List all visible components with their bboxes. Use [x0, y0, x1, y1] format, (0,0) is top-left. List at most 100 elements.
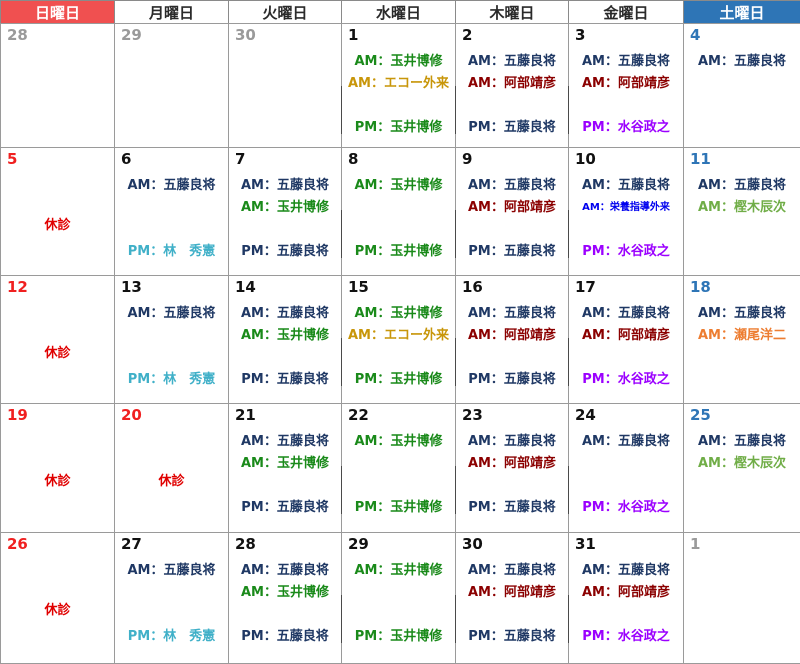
schedule-entry: PM：水谷政之	[582, 500, 670, 515]
header-tuesday: 火曜日	[228, 0, 342, 24]
schedule-entry: AM：五藤良将	[468, 178, 556, 193]
cell-separator	[455, 595, 456, 643]
day-cell[interactable]: 29 AM：玉井博修 PM：玉井博修	[341, 532, 456, 664]
schedule-entry: PM：五藤良将	[468, 120, 556, 135]
day-cell[interactable]: 20 休診	[114, 403, 229, 533]
day-cell[interactable]: 30	[228, 23, 342, 148]
cell-separator	[341, 595, 342, 643]
schedule-entry: PM：五藤良将	[468, 244, 556, 259]
schedule-entry: AM：五藤良将	[468, 54, 556, 69]
schedule-entry: AM：五藤良将	[468, 563, 556, 578]
schedule-entry: AM：阿部靖彦	[468, 456, 556, 471]
day-cell[interactable]: 22 AM：玉井博修 PM：玉井博修	[341, 403, 456, 533]
schedule-entry: AM：五藤良将	[582, 178, 670, 193]
day-cell[interactable]: 29	[114, 23, 229, 148]
schedule-entry: AM：玉井博修	[241, 456, 329, 471]
day-number: 28	[7, 26, 28, 44]
schedule-entry: PM：五藤良将	[241, 372, 329, 387]
day-cell[interactable]: 19 休診	[0, 403, 115, 533]
closed-label: 休診	[44, 218, 71, 233]
day-cell[interactable]: 28 AM：五藤良将 AM：玉井博修 PM：五藤良将	[228, 532, 342, 664]
day-number: 30	[235, 26, 256, 44]
day-cell[interactable]: 9 AM：五藤良将 AM：阿部靖彦 PM：五藤良将	[455, 147, 569, 276]
day-cell[interactable]: 25 AM：五藤良将 AM：樫木辰次	[683, 403, 800, 533]
day-cell[interactable]: 4 AM：五藤良将	[683, 23, 800, 148]
schedule-entry: AM：樫木辰次	[698, 200, 786, 215]
day-cell[interactable]: 24 AM：五藤良将 PM：水谷政之	[568, 403, 684, 533]
day-cell[interactable]: 12 休診	[0, 275, 115, 404]
day-cell[interactable]: 23 AM：五藤良将 AM：阿部靖彦 PM：五藤良将	[455, 403, 569, 533]
day-number: 11	[690, 150, 711, 168]
day-cell[interactable]: 7 AM：五藤良将 AM：玉井博修 PM：五藤良将	[228, 147, 342, 276]
schedule-entry: AM：五藤良将	[468, 306, 556, 321]
schedule-entry: AM：五藤良将	[241, 178, 329, 193]
closed-label: 休診	[44, 603, 71, 618]
day-number: 14	[235, 278, 256, 296]
day-cell[interactable]: 6 AM：五藤良将 PM：林 秀憲	[114, 147, 229, 276]
day-cell[interactable]: 18 AM：五藤良将 AM：瀬尾洋二	[683, 275, 800, 404]
schedule-entry: PM：水谷政之	[582, 244, 670, 259]
schedule-entry: PM：玉井博修	[354, 244, 443, 259]
day-number: 13	[121, 278, 142, 296]
schedule-entry: AM：玉井博修	[354, 563, 443, 578]
schedule-entry: AM：五藤良将	[582, 54, 670, 69]
day-cell[interactable]: 1 AM：玉井博修 AM：エコー外来 PM：玉井博修	[341, 23, 456, 148]
day-cell[interactable]: 13 AM：五藤良将 PM：林 秀憲	[114, 275, 229, 404]
schedule-entry: PM：林 秀憲	[127, 372, 216, 387]
day-cell[interactable]: 8 AM：玉井博修 PM：玉井博修	[341, 147, 456, 276]
day-cell[interactable]: 26 休診	[0, 532, 115, 664]
day-cell[interactable]: 14 AM：五藤良将 AM：玉井博修 PM：五藤良将	[228, 275, 342, 404]
header-saturday: 土曜日	[683, 0, 800, 24]
header-thursday: 木曜日	[455, 0, 569, 24]
schedule-entry: AM：五藤良将	[582, 434, 670, 449]
cell-separator	[568, 210, 569, 258]
day-cell[interactable]: 16 AM：五藤良将 AM：阿部靖彦 PM：五藤良将	[455, 275, 569, 404]
day-number: 24	[575, 406, 596, 424]
day-number: 23	[462, 406, 483, 424]
schedule-entry: PM：玉井博修	[354, 120, 443, 135]
schedule-entry: AM：阿部靖彦	[468, 76, 556, 91]
schedule-entry: PM：五藤良将	[241, 244, 329, 259]
cell-separator	[455, 338, 456, 386]
day-number: 10	[575, 150, 596, 168]
day-cell[interactable]: 10 AM：五藤良将 AM：栄養指導外来 PM：水谷政之	[568, 147, 684, 276]
day-cell[interactable]: 2 AM：五藤良将 AM：阿部靖彦 PM：五藤良将	[455, 23, 569, 148]
schedule-entry: AM：玉井博修	[354, 434, 443, 449]
schedule-entry: AM：阿部靖彦	[468, 200, 556, 215]
day-number: 5	[7, 150, 18, 168]
schedule-entry: AM：五藤良将	[698, 178, 786, 193]
day-cell[interactable]: 28	[0, 23, 115, 148]
day-number: 21	[235, 406, 256, 424]
day-cell[interactable]: 21 AM：五藤良将 AM：玉井博修 PM：五藤良将	[228, 403, 342, 533]
cell-separator	[341, 338, 342, 386]
cell-separator	[341, 210, 342, 258]
day-cell[interactable]: 3 AM：五藤良将 AM：阿部靖彦 PM：水谷政之	[568, 23, 684, 148]
day-number: 16	[462, 278, 483, 296]
schedule-entry: AM：五藤良将	[127, 306, 216, 321]
schedule-entry: PM：五藤良将	[468, 500, 556, 515]
day-cell[interactable]: 1	[683, 532, 800, 664]
cell-separator	[568, 595, 569, 643]
day-cell[interactable]: 15 AM：玉井博修 AM：エコー外来 PM：玉井博修	[341, 275, 456, 404]
day-number: 1	[690, 535, 701, 553]
day-number: 1	[348, 26, 359, 44]
schedule-entry: AM：阿部靖彦	[468, 585, 556, 600]
cell-separator	[568, 466, 569, 514]
day-cell[interactable]: 31 AM：五藤良将 AM：阿部靖彦 PM：水谷政之	[568, 532, 684, 664]
day-number: 25	[690, 406, 711, 424]
day-cell[interactable]: 11 AM：五藤良将 AM：樫木辰次	[683, 147, 800, 276]
schedule-entry: PM：五藤良将	[468, 629, 556, 644]
schedule-entry: AM：栄養指導外来	[582, 202, 670, 213]
day-cell[interactable]: 27 AM：五藤良将 PM：林 秀憲	[114, 532, 229, 664]
day-number: 26	[7, 535, 28, 553]
day-number: 2	[462, 26, 473, 44]
day-number: 17	[575, 278, 596, 296]
schedule-entry: AM：五藤良将	[698, 434, 786, 449]
day-cell[interactable]: 5 休診	[0, 147, 115, 276]
schedule-entry: AM：五藤良将	[241, 563, 329, 578]
day-cell[interactable]: 17 AM：五藤良将 AM：阿部靖彦 PM：水谷政之	[568, 275, 684, 404]
day-cell[interactable]: 30 AM：五藤良将 AM：阿部靖彦 PM：五藤良将	[455, 532, 569, 664]
schedule-entry: AM：玉井博修	[241, 585, 329, 600]
schedule-entry: AM：玉井博修	[354, 178, 443, 193]
schedule-entry: AM：阿部靖彦	[582, 585, 670, 600]
